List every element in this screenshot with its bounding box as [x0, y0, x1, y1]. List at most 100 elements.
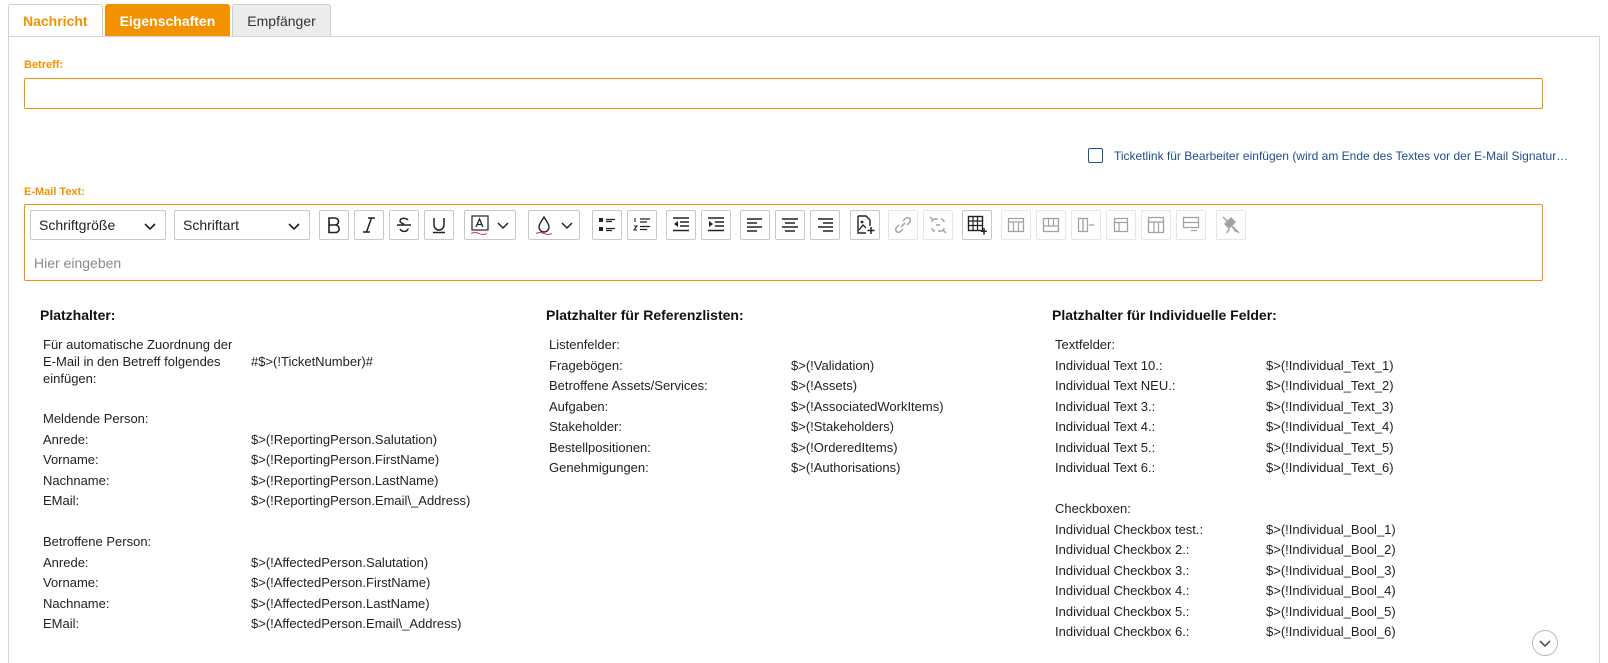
- list-item-label: Stakeholder:: [549, 419, 622, 434]
- list-item-label: Individual Checkbox 5.:: [1055, 604, 1190, 619]
- outdent-button[interactable]: [666, 210, 696, 240]
- delete-row-button[interactable]: [1176, 210, 1206, 240]
- font-color-icon: [470, 215, 489, 236]
- indent-button[interactable]: [701, 210, 731, 240]
- font-color-button[interactable]: [464, 210, 516, 240]
- list-item-label: Individual Text 6.:: [1055, 460, 1156, 475]
- table-column-button[interactable]: [1036, 210, 1066, 240]
- list-item-value: $>(!Individual_Bool_5): [1266, 604, 1396, 619]
- ticket-number-placeholder: #$>(!TicketNumber)#: [251, 354, 373, 369]
- strikethrough-button[interactable]: [389, 210, 419, 240]
- bulleted-list-icon: [599, 218, 615, 232]
- list-item-label: EMail:: [43, 493, 80, 508]
- tab-bar: Nachricht Eigenschaften Empfänger: [8, 4, 333, 36]
- list-item-label: Betroffene Assets/Services:: [549, 378, 708, 393]
- link-button[interactable]: [888, 210, 918, 240]
- link-icon: [894, 216, 912, 234]
- list-item-value: $>(!Individual_Text_6): [1266, 460, 1394, 475]
- list-item-label: Genehmigungen:: [549, 460, 649, 475]
- numbered-list-button[interactable]: [627, 210, 657, 240]
- list-item-label: Individual Text 10.:: [1055, 358, 1163, 373]
- list-item-label: Individual Checkbox 6.:: [1055, 624, 1190, 639]
- align-center-button[interactable]: [775, 210, 805, 240]
- list-item-value: $>(!AffectedPerson.FirstName): [251, 575, 431, 590]
- list-item-value: $>(!Stakeholders): [791, 419, 894, 434]
- platzhalter-intro-line: E-Mail in den Betreff folgendes: [43, 354, 221, 369]
- list-item-value: $>(!Individual_Text_4): [1266, 419, 1394, 434]
- editor-placeholder[interactable]: Hier eingeben: [34, 255, 121, 271]
- outdent-icon: [673, 217, 689, 232]
- list-item-value: $>(!AffectedPerson.Salutation): [251, 555, 429, 570]
- numbered-list-icon: [633, 217, 650, 231]
- underline-button[interactable]: [424, 210, 454, 240]
- ticketlink-option[interactable]: Ticketlink für Bearbeiter einfügen (wird…: [1088, 148, 1570, 163]
- list-item-label: Vorname:: [43, 575, 99, 590]
- clear-format-icon: [1222, 216, 1240, 234]
- bulleted-list-button[interactable]: [592, 210, 622, 240]
- chevron-down-icon: [144, 223, 156, 231]
- list-item-value: $>(!Individual_Bool_6): [1266, 624, 1396, 639]
- list-item-value: $>(!ReportingPerson.Salutation): [251, 432, 438, 447]
- list-item-label: Individual Text 3.:: [1055, 399, 1156, 414]
- align-center-icon: [782, 218, 798, 232]
- tab-nachricht[interactable]: Nachricht: [8, 4, 103, 36]
- table-column-icon: [1042, 217, 1060, 233]
- email-text-editor[interactable]: Schriftgröße Schriftart Hier eingeben: [24, 204, 1543, 281]
- bold-button[interactable]: [319, 210, 349, 240]
- message-panel: Betreff: Ticketlink für Bearbeiter einfü…: [8, 36, 1600, 663]
- subject-input[interactable]: [24, 78, 1543, 109]
- font-size-select-value: Schriftgröße: [39, 217, 116, 233]
- table-row-above-button[interactable]: [1001, 210, 1031, 240]
- scroll-down-button[interactable]: [1532, 630, 1558, 656]
- table-cells-button[interactable]: [1141, 210, 1171, 240]
- font-family-select[interactable]: Schriftart: [174, 210, 310, 240]
- table-cells-icon: [1147, 216, 1165, 234]
- bold-icon: [328, 217, 340, 234]
- tab-eigenschaften[interactable]: Eigenschaften: [104, 4, 231, 36]
- table-header-icon: [1113, 217, 1129, 233]
- align-left-button[interactable]: [740, 210, 770, 240]
- email-text-label: E-Mail Text:: [24, 186, 85, 198]
- ticketlink-checkbox[interactable]: [1088, 148, 1103, 163]
- list-item-value: $>(!AssociatedWorkItems): [791, 399, 944, 414]
- list-item-value: $>(!Individual_Bool_4): [1266, 583, 1396, 598]
- list-item-value: $>(!Validation): [791, 358, 875, 373]
- list-item-value: $>(!Individual_Bool_1): [1266, 522, 1396, 537]
- list-item-label: EMail:: [43, 616, 80, 631]
- table-header-button[interactable]: [1106, 210, 1136, 240]
- italic-icon: [363, 217, 375, 233]
- list-item-label: Individual Text 5.:: [1055, 440, 1156, 455]
- align-right-button[interactable]: [810, 210, 840, 240]
- list-item-label: Bestellpositionen:: [549, 440, 651, 455]
- highlight-color-icon: [535, 215, 553, 236]
- ticketlink-label: Ticketlink für Bearbeiter einfügen (wird…: [1114, 148, 1570, 163]
- highlight-color-button[interactable]: [528, 210, 580, 240]
- insert-table-icon: [967, 215, 987, 235]
- tab-empfaenger[interactable]: Empfänger: [232, 4, 331, 36]
- italic-button[interactable]: [354, 210, 384, 240]
- insert-image-button[interactable]: [850, 210, 880, 240]
- chevron-down-icon: [288, 223, 300, 231]
- list-item-label: Individual Text NEU.:: [1055, 378, 1176, 393]
- list-item-label: Individual Checkbox 2.:: [1055, 542, 1190, 557]
- list-item-label: Fragebögen:: [549, 358, 623, 373]
- list-item-label: Anrede:: [43, 432, 89, 447]
- insert-table-button[interactable]: [962, 210, 992, 240]
- clear-format-button[interactable]: [1216, 210, 1246, 240]
- list-item-label: Individual Text 4.:: [1055, 419, 1156, 434]
- font-size-select[interactable]: Schriftgröße: [30, 210, 166, 240]
- font-family-select-value: Schriftart: [183, 217, 240, 233]
- chevron-down-icon: [1539, 640, 1551, 648]
- list-item-label: Individual Checkbox 4.:: [1055, 583, 1190, 598]
- list-item-value: $>(!Individual_Bool_3): [1266, 563, 1396, 578]
- list-item-value: $>(!Authorisations): [791, 460, 901, 475]
- strikethrough-icon: [397, 217, 411, 233]
- reporting-person-heading: Meldende Person:: [43, 411, 149, 426]
- referenzlisten-heading: Platzhalter für Referenzlisten:: [546, 307, 744, 323]
- delete-column-icon: [1077, 217, 1094, 233]
- delete-row-icon: [1182, 216, 1200, 232]
- listenfelder-heading: Listenfelder:: [549, 337, 620, 352]
- unlink-button[interactable]: [923, 210, 953, 240]
- delete-column-button[interactable]: [1071, 210, 1101, 240]
- platzhalter-intro-line: Für automatische Zuordnung der: [43, 337, 233, 352]
